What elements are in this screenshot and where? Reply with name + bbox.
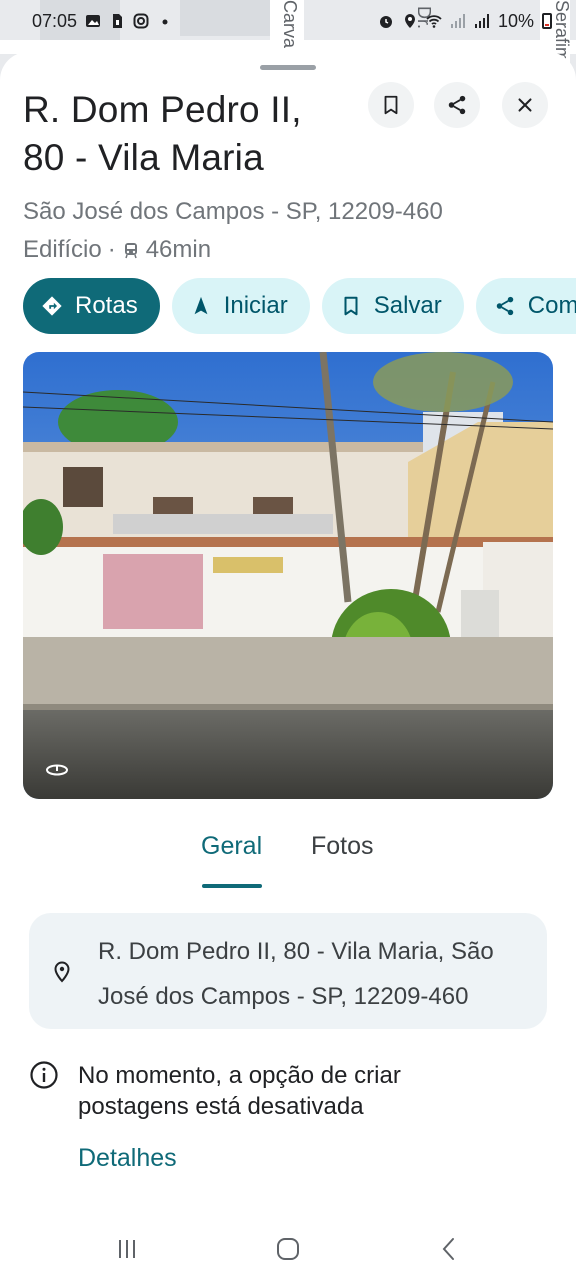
share-label: Compartilhar: [527, 292, 576, 319]
navigation-arrow-icon: [194, 296, 208, 315]
recent-apps-button[interactable]: [112, 1234, 142, 1264]
share-icon: [448, 95, 466, 115]
save-label: Salvar: [373, 292, 442, 319]
status-bar: 07:05 10%: [0, 0, 576, 42]
street-photo-image: [23, 352, 553, 799]
close-button[interactable]: [502, 82, 548, 128]
address-card[interactable]: R. Dom Pedro II, 80 - Vila Maria, São Jo…: [29, 913, 547, 1029]
routes-button[interactable]: Rotas: [23, 278, 160, 334]
drag-handle[interactable]: [260, 65, 316, 70]
share-button[interactable]: [434, 82, 480, 128]
save-bookmark-button[interactable]: [368, 82, 414, 128]
battery-percent: 10%: [497, 10, 534, 31]
street-view-360-icon: [46, 764, 68, 776]
bookmark-icon: [384, 95, 398, 115]
details-link[interactable]: Detalhes: [78, 1144, 177, 1173]
recent-apps-icon: [119, 1240, 135, 1258]
bookmark-icon: [344, 296, 358, 316]
home-button[interactable]: [273, 1234, 303, 1264]
dot-icon: [162, 19, 168, 25]
place-sheet: R. Dom Pedro II, 80 - Vila Maria São Jos…: [0, 52, 576, 1216]
tab-indicator: [202, 884, 262, 888]
image-icon: [86, 15, 101, 27]
transit-time: 46min: [145, 236, 212, 263]
place-meta: Edifício · 46min: [23, 236, 211, 264]
info-icon: [30, 1061, 58, 1089]
system-nav-bar: [0, 1216, 576, 1280]
location-pin-icon: [54, 961, 70, 983]
instagram-icon: [133, 13, 149, 29]
tab-photos[interactable]: Fotos: [311, 832, 374, 861]
posting-notice-text: No momento, a opção de criar postagens e…: [78, 1062, 401, 1120]
close-icon: [518, 98, 532, 112]
alarm-icon: [379, 16, 392, 28]
full-address: R. Dom Pedro II, 80 - Vila Maria, São Jo…: [98, 938, 494, 1010]
share-icon: [496, 296, 514, 316]
action-chips: Rotas Iniciar Salvar Compartilhar: [23, 278, 576, 334]
battery-icon: [542, 13, 552, 29]
location-icon: [404, 14, 415, 28]
status-time: 07:05: [32, 10, 78, 31]
transit-icon: [124, 243, 137, 259]
start-label: Iniciar: [223, 292, 288, 319]
directions-icon: [42, 296, 62, 316]
share-chip-button[interactable]: Compartilhar: [475, 278, 576, 334]
place-subtitle: São José dos Campos - SP, 12209-460: [23, 198, 443, 225]
meta-separator: ·: [107, 236, 116, 263]
sim-icon: [113, 14, 123, 28]
back-button[interactable]: [435, 1234, 465, 1264]
street-view-photo[interactable]: [23, 352, 553, 799]
tab-bar: Geral Fotos: [0, 832, 576, 890]
routes-label: Rotas: [75, 292, 138, 319]
place-title: R. Dom Pedro II, 80 - Vila Maria: [23, 89, 302, 178]
save-button[interactable]: Salvar: [321, 278, 464, 334]
home-icon: [277, 1238, 299, 1260]
place-category: Edifício: [23, 236, 102, 263]
signal-icon: [450, 14, 465, 28]
tab-overview[interactable]: Geral: [201, 832, 262, 861]
signal-icon: [474, 14, 489, 28]
wifi-icon: [426, 15, 442, 28]
start-button[interactable]: Iniciar: [171, 278, 310, 334]
back-icon: [442, 1238, 454, 1260]
